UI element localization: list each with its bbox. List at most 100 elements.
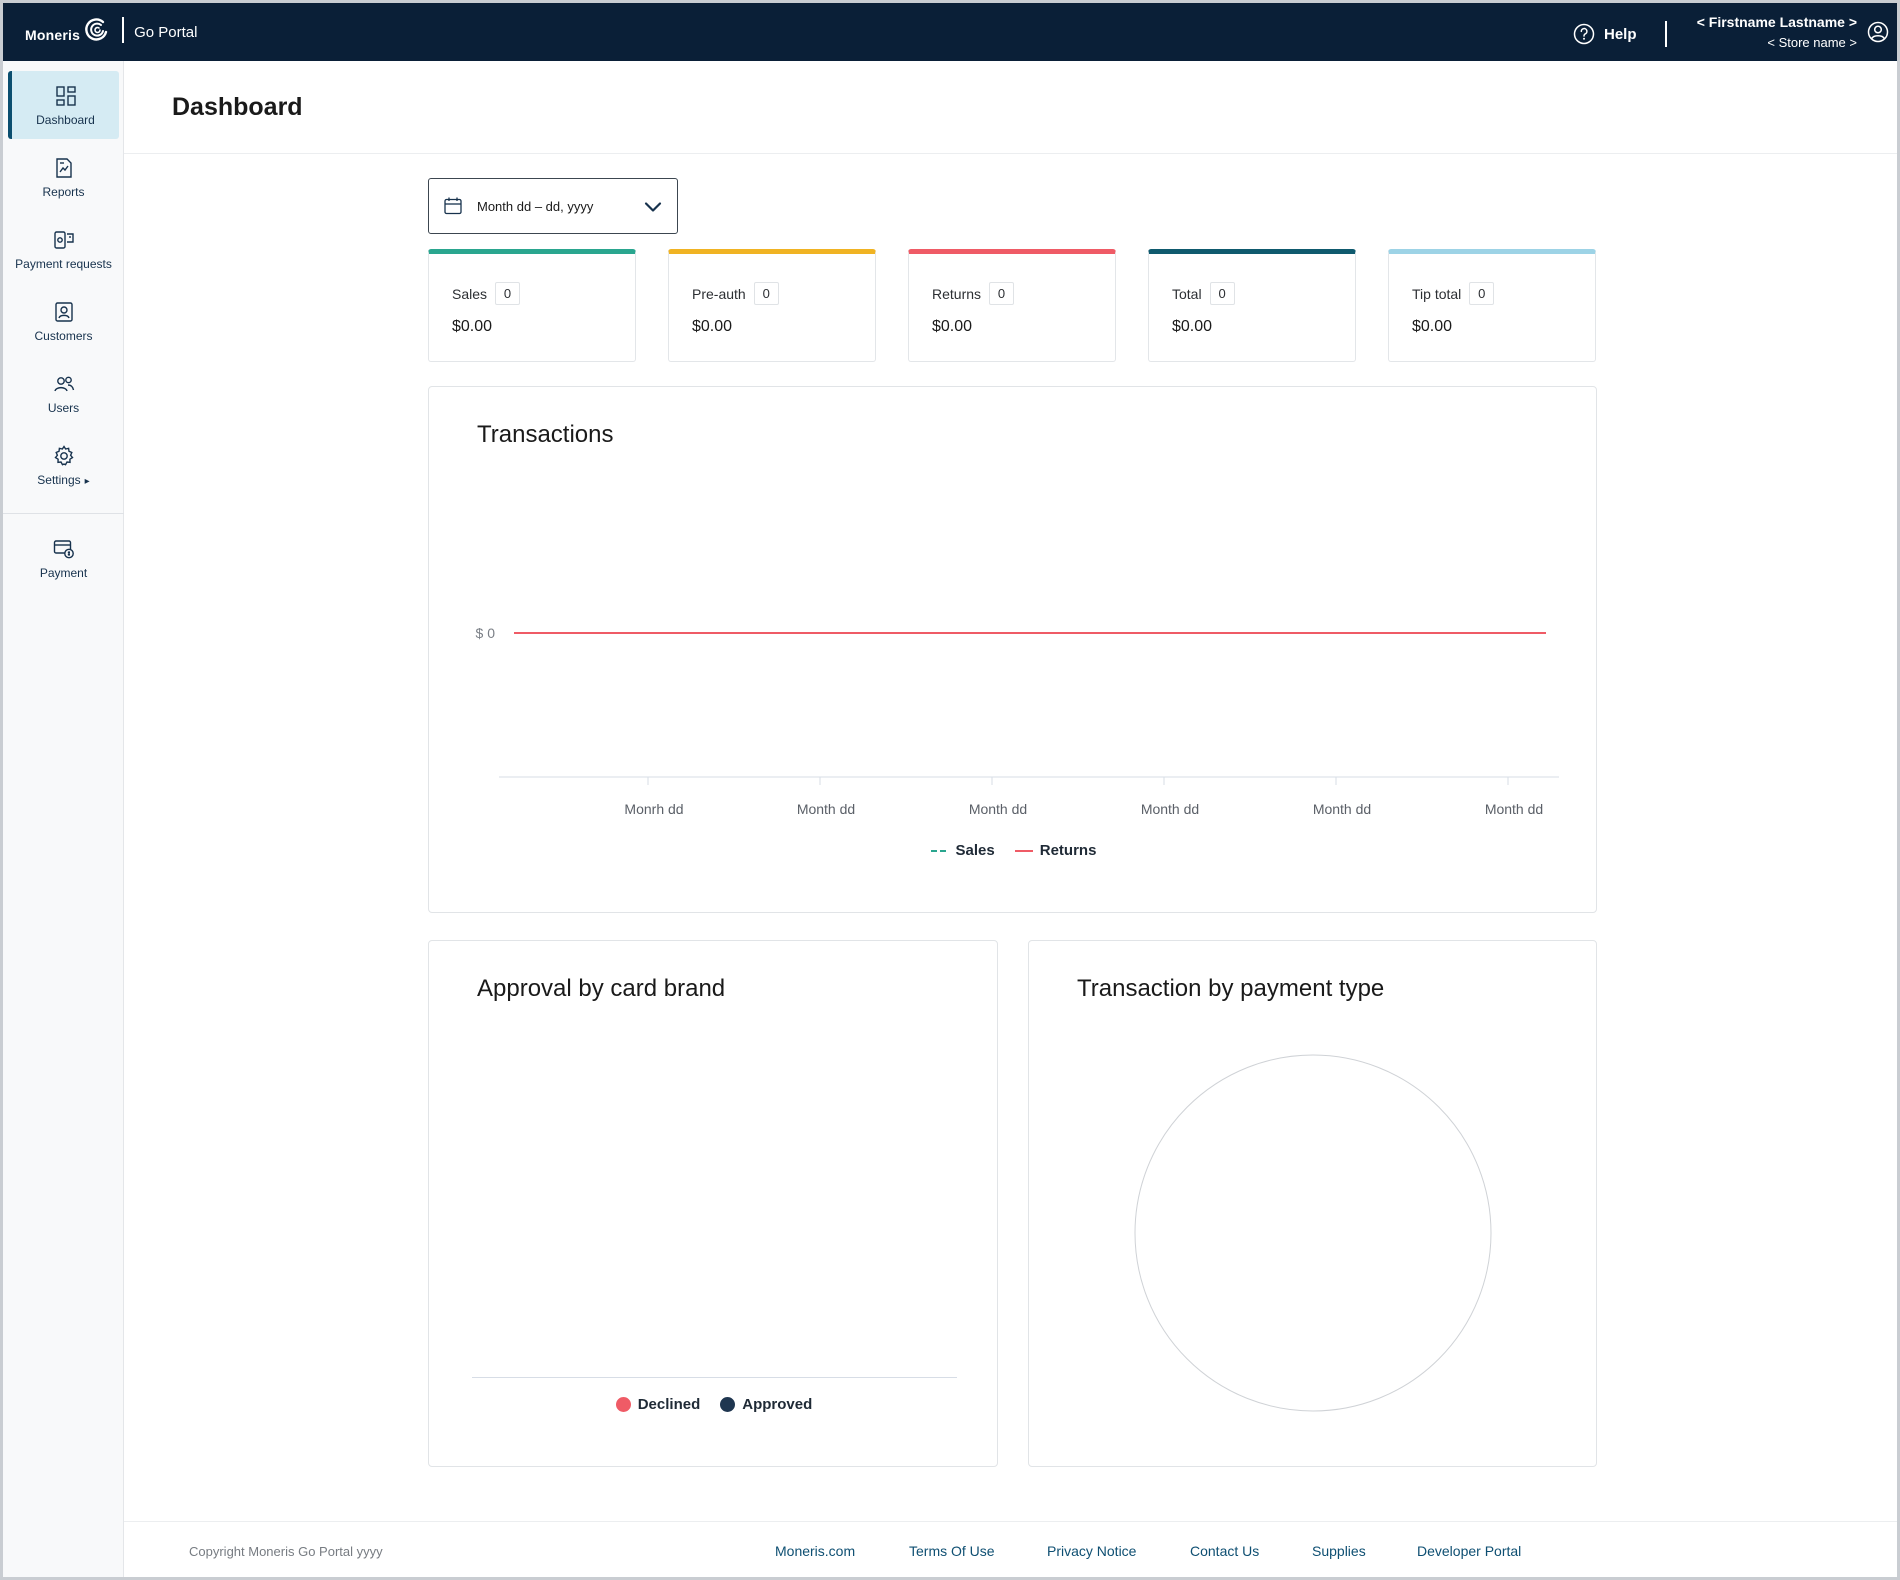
sidebar-item-settings[interactable]: Settings ▸ — [8, 431, 119, 499]
transactions-legend: Sales Returns — [429, 842, 1598, 859]
stat-amount: $0.00 — [932, 318, 973, 335]
customers-icon — [54, 301, 73, 322]
calendar-icon — [444, 197, 462, 215]
sidebar-item-label: Users — [47, 400, 80, 415]
stat-count-badge: 0 — [1469, 282, 1495, 305]
footer-link-developer-portal[interactable]: Developer Portal — [1417, 1543, 1521, 1559]
x-tick-label: Month dd — [1485, 801, 1543, 817]
footer-link-moneris[interactable]: Moneris.com — [775, 1543, 855, 1559]
stat-amount: $0.00 — [1412, 318, 1453, 335]
moneris-swirl-icon — [85, 18, 108, 41]
footer-link-supplies[interactable]: Supplies — [1312, 1543, 1366, 1559]
y-tick-label: $ 0 — [476, 625, 496, 641]
chevron-down-icon — [644, 202, 662, 212]
stat-card-pre-auth: Pre-auth 0 $0.00 — [668, 249, 876, 362]
x-tick-label: Monrh dd — [624, 801, 683, 817]
stat-amount: $0.00 — [452, 318, 493, 335]
sidebar-item-reports[interactable]: Reports — [8, 143, 119, 211]
page-header: Dashboard — [124, 61, 1897, 154]
legend-label: Approved — [742, 1396, 813, 1413]
sidebar-item-label: Payment — [39, 565, 88, 580]
footer-link-privacy[interactable]: Privacy Notice — [1047, 1543, 1136, 1559]
legend-item-declined[interactable]: Declined — [615, 1396, 701, 1413]
x-tick-label: Month dd — [1141, 801, 1199, 817]
approval-chart-baseline — [472, 1377, 957, 1378]
date-range-select[interactable]: Month dd – dd, yyyy — [428, 178, 678, 234]
legend-line-icon — [1014, 849, 1033, 852]
legend-item-returns[interactable]: Returns — [1014, 842, 1096, 859]
app-window: Moneris Go Portal Help < Firstname Lastn… — [0, 0, 1900, 1580]
payment-type-panel: Transaction by payment type — [1028, 940, 1597, 1467]
copyright-text: Copyright Moneris Go Portal yyyy — [189, 1544, 383, 1559]
stat-amount: $0.00 — [692, 318, 733, 335]
x-tick-label: Month dd — [969, 801, 1027, 817]
payment-icon — [53, 539, 74, 558]
reports-icon — [55, 157, 72, 178]
users-icon — [53, 376, 74, 391]
sidebar: Dashboard Reports Payment requests Custo… — [3, 61, 124, 1577]
footer: Copyright Moneris Go Portal yyyy Moneris… — [124, 1521, 1897, 1577]
approval-legend: Declined Approved — [429, 1396, 999, 1413]
stat-label: Returns — [932, 285, 982, 302]
transactions-panel: Transactions Monrh dd Month dd Month dd Mon… — [428, 386, 1597, 913]
stat-count-badge: 0 — [753, 282, 779, 305]
footer-link-contact[interactable]: Contact Us — [1190, 1543, 1259, 1559]
stat-card-total: Total 0 $0.00 — [1148, 249, 1356, 362]
legend-dash-icon — [930, 849, 949, 852]
help-link[interactable]: Help — [1573, 23, 1637, 45]
account-icon[interactable] — [1867, 21, 1889, 43]
footer-link-terms[interactable]: Terms Of Use — [909, 1543, 995, 1559]
stat-label: Sales — [452, 285, 488, 302]
stat-label: Pre-auth — [692, 285, 746, 302]
sidebar-item-payment[interactable]: Payment — [8, 524, 119, 592]
x-tick-label: Month dd — [1313, 801, 1371, 817]
legend-label: Declined — [637, 1396, 701, 1413]
sidebar-item-label: Customers — [34, 328, 93, 343]
legend-label: Sales — [955, 842, 995, 859]
sidebar-item-label: Settings ▸ — [37, 472, 90, 487]
brand-separator — [122, 17, 125, 43]
product-name: Go Portal — [134, 23, 198, 41]
page-title: Dashboard — [172, 93, 303, 121]
stat-count-badge: 0 — [1209, 282, 1235, 305]
chevron-right-icon: ▸ — [84, 475, 90, 487]
date-range-value: Month dd – dd, yyyy — [477, 198, 594, 214]
sidebar-item-payment-requests[interactable]: Payment requests — [8, 215, 119, 283]
stat-count-badge: 0 — [989, 282, 1015, 305]
legend-item-sales[interactable]: Sales — [930, 842, 995, 859]
help-icon — [1573, 23, 1595, 45]
stat-card-tip-total: Tip total 0 $0.00 — [1388, 249, 1596, 362]
pie-empty-ring — [1134, 1054, 1492, 1412]
store-name: < Store name > — [1767, 35, 1857, 50]
transactions-chart: Monrh dd Month dd Month dd Month dd Month dd… — [476, 625, 1559, 817]
sidebar-item-users[interactable]: Users — [8, 359, 119, 427]
sidebar-item-label: Reports — [42, 184, 85, 199]
stat-label: Total — [1172, 285, 1202, 302]
payment-requests-icon — [53, 230, 74, 249]
legend-item-approved[interactable]: Approved — [720, 1396, 812, 1413]
dashboard-icon — [55, 85, 76, 106]
sidebar-divider — [3, 513, 124, 514]
stat-card-returns: Returns 0 $0.00 — [908, 249, 1116, 362]
topbar-separator — [1665, 21, 1667, 47]
top-bar: Moneris Go Portal Help < Firstname Lastn… — [3, 3, 1897, 61]
help-label: Help — [1604, 25, 1637, 43]
brand-logo[interactable]: Moneris Go Portal — [25, 16, 197, 44]
approval-panel: Approval by card brand Declined Approved — [428, 940, 998, 1467]
user-name: < Firstname Lastname > — [1696, 14, 1857, 30]
stat-amount: $0.00 — [1172, 318, 1213, 335]
settings-icon — [53, 444, 74, 466]
sidebar-item-label: Dashboard — [36, 112, 95, 127]
stat-card-sales: Sales 0 $0.00 — [428, 249, 636, 362]
sidebar-item-dashboard[interactable]: Dashboard — [8, 71, 119, 139]
stat-label: Tip total — [1412, 285, 1462, 302]
user-menu[interactable]: < Firstname Lastname > < Store name > — [1697, 14, 1857, 50]
legend-dot-icon — [615, 1397, 631, 1412]
payment-type-pie-chart — [1134, 1054, 1492, 1412]
x-tick-label: Month dd — [797, 801, 855, 817]
approval-title: Approval by card brand — [477, 975, 726, 1002]
brand-name: Moneris — [25, 27, 81, 43]
stat-count-badge: 0 — [495, 282, 521, 305]
sidebar-item-label: Payment requests — [15, 256, 112, 271]
sidebar-item-customers[interactable]: Customers — [8, 287, 119, 355]
